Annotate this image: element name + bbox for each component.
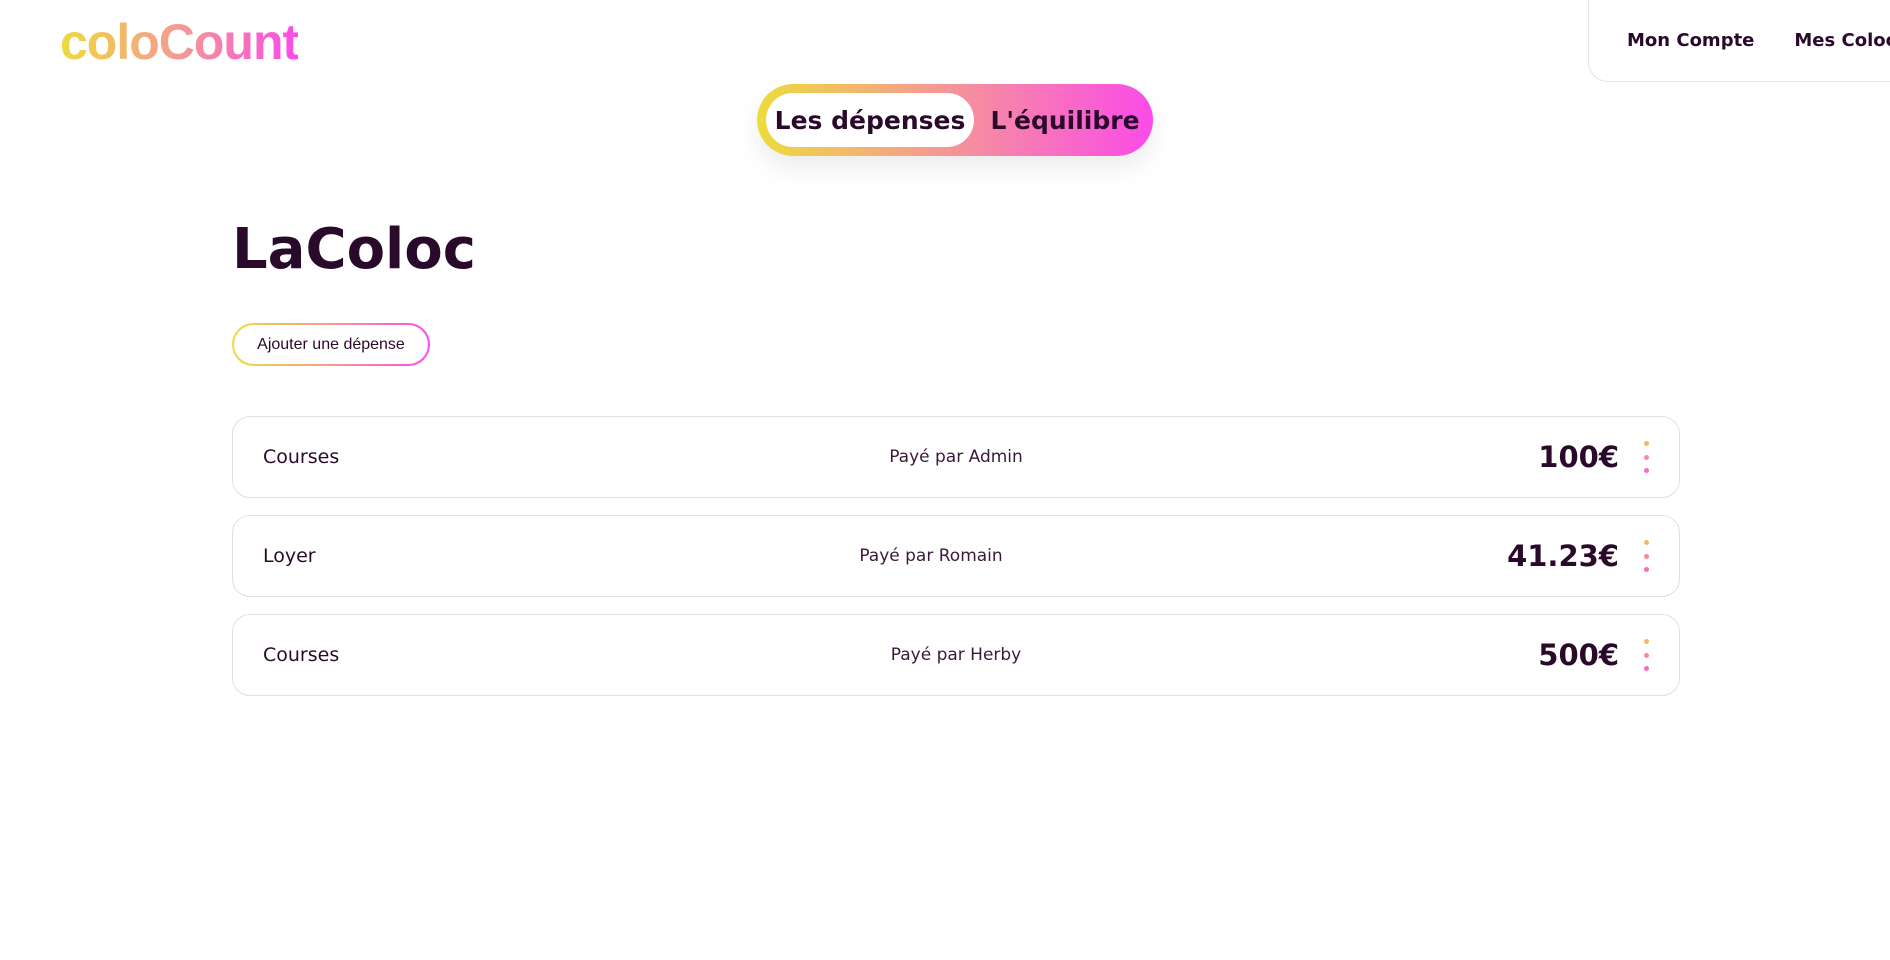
- more-options-icon[interactable]: [1643, 639, 1649, 671]
- top-nav: Mon Compte Mes Colocs: [1588, 0, 1890, 82]
- page-title: LaColoc: [232, 217, 476, 282]
- expense-row[interactable]: Courses Payé par Admin 100€: [232, 416, 1680, 498]
- nav-link-my-account[interactable]: Mon Compte: [1627, 30, 1754, 51]
- nav-link-my-colocs[interactable]: Mes Colocs: [1794, 30, 1890, 51]
- expense-row[interactable]: Courses Payé par Herby 500€: [232, 614, 1680, 696]
- app-logo[interactable]: coloCount: [60, 14, 299, 70]
- expense-payer: Payé par Admin: [889, 447, 1023, 467]
- view-toggle: Les dépenses L'équilibre: [757, 84, 1153, 156]
- tab-balance[interactable]: L'équilibre: [985, 93, 1145, 147]
- add-expense-button[interactable]: Ajouter une dépense: [232, 323, 430, 366]
- expense-name: Loyer: [263, 545, 316, 567]
- expense-amount: 100€: [1538, 440, 1619, 474]
- expense-name: Courses: [263, 644, 340, 666]
- tab-expenses[interactable]: Les dépenses: [766, 93, 974, 147]
- expense-amount: 500€: [1538, 638, 1619, 672]
- add-expense-label: Ajouter une dépense: [234, 325, 428, 364]
- expense-name: Courses: [263, 446, 340, 468]
- expense-list: Courses Payé par Admin 100€ Loyer Payé p…: [232, 416, 1680, 713]
- expense-payer: Payé par Herby: [890, 645, 1022, 665]
- more-options-icon[interactable]: [1643, 441, 1649, 473]
- more-options-icon[interactable]: [1643, 540, 1649, 572]
- expense-amount: 41.23€: [1507, 539, 1619, 573]
- expense-payer: Payé par Romain: [859, 546, 1003, 566]
- expense-row[interactable]: Loyer Payé par Romain 41.23€: [232, 515, 1680, 597]
